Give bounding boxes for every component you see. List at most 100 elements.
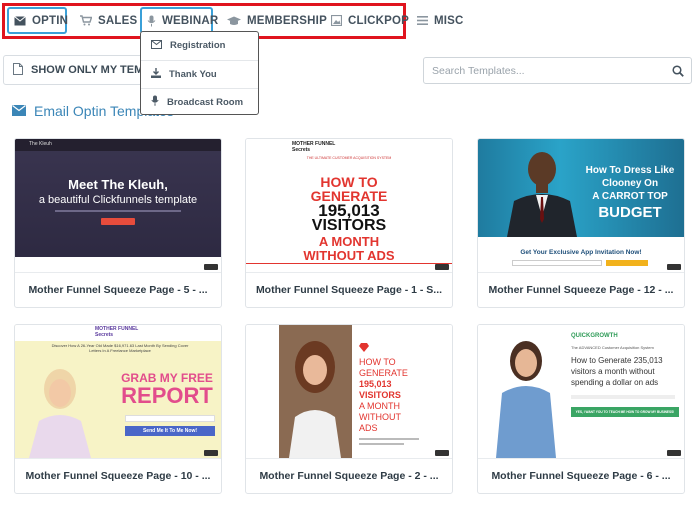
envelope-icon bbox=[151, 39, 162, 52]
graduation-cap-icon bbox=[227, 16, 241, 26]
thumb-text-line bbox=[55, 210, 181, 212]
nav-clickpop-label: CLICKPOP bbox=[348, 14, 410, 27]
thumb-line: WITHOUT ADS bbox=[303, 248, 395, 263]
template-card[interactable]: How To Dress Like Clooney On A CARROT TO… bbox=[477, 138, 685, 308]
template-title: Mother Funnel Squeeze Page - 12 - ... bbox=[478, 272, 684, 307]
thumb-kicker: THE ULTIMATE CUSTOMER ACQUISITION SYSTEM bbox=[306, 156, 392, 160]
thumb-line: VISITORS bbox=[311, 217, 387, 234]
list-icon bbox=[417, 16, 428, 25]
thumb-line: How to Generate 235,013 bbox=[571, 356, 663, 365]
template-thumbnail: MOTHER FUNNEL Secrets Discover How A 26-… bbox=[15, 325, 221, 458]
envelope-icon bbox=[14, 15, 26, 26]
thumb-brand: MOTHER FUNNEL Secrets bbox=[292, 141, 336, 153]
dropdown-item-broadcast-room[interactable]: Broadcast Room bbox=[141, 88, 258, 115]
thumb-footer bbox=[15, 257, 221, 272]
thumb-line: visitors a month without bbox=[571, 367, 655, 376]
thumb-line: VISITORS bbox=[359, 390, 401, 400]
thumb-line: REPORT bbox=[121, 383, 213, 408]
download-icon bbox=[151, 67, 161, 81]
thumb-line: A MONTH bbox=[318, 234, 380, 249]
woman-illustration bbox=[279, 325, 352, 458]
search-input[interactable] bbox=[424, 64, 664, 77]
dropdown-item-thank-you[interactable]: Thank You bbox=[141, 60, 258, 87]
thumb-cta-button bbox=[101, 218, 135, 225]
thumb-divider bbox=[246, 263, 452, 264]
search-icon[interactable] bbox=[672, 64, 684, 82]
woman-illustration bbox=[29, 369, 91, 458]
dropdown-item-registration[interactable]: Registration bbox=[141, 32, 258, 59]
nav-optin[interactable]: OPTIN bbox=[7, 7, 69, 34]
thumb-line: HOW TO bbox=[359, 357, 396, 367]
nav-membership-label: MEMBERSHIP bbox=[247, 14, 327, 27]
thumb-logo: The Kleuh bbox=[29, 141, 52, 147]
preview-badge bbox=[667, 264, 681, 270]
nav-misc-label: MISC bbox=[434, 14, 464, 27]
thumb-line: GENERATE bbox=[359, 368, 408, 378]
template-card[interactable]: MOTHER FUNNEL Secrets Discover How A 26-… bbox=[14, 324, 222, 494]
thumb-text-line bbox=[359, 443, 404, 445]
dropdown-item-label: Broadcast Room bbox=[167, 96, 244, 108]
thumb-line: 195,013 bbox=[359, 379, 392, 389]
nav-clickpop[interactable]: CLICKPOP bbox=[326, 7, 414, 34]
thumb-line: A CARROT TOP bbox=[592, 191, 668, 202]
thumb-cta: Send Me It To Me Now! bbox=[125, 426, 215, 436]
cart-icon bbox=[80, 15, 92, 26]
template-thumbnail: HOW TO GENERATE 195,013 VISITORS A MONTH… bbox=[246, 325, 452, 458]
nav-webinar[interactable]: WEBINAR bbox=[140, 7, 218, 34]
thumb-line: A MONTH bbox=[359, 401, 401, 411]
diamond-icon bbox=[359, 339, 369, 352]
nav-optin-label: OPTIN bbox=[32, 14, 69, 27]
thumb-input bbox=[512, 260, 602, 266]
preview-badge bbox=[204, 450, 218, 456]
thumb-text-line bbox=[359, 438, 419, 440]
thumb-submit bbox=[606, 260, 648, 266]
thumb-subheadline: Discover How A 26-Year Old Made $16,971.… bbox=[51, 343, 189, 354]
microphone-icon bbox=[147, 15, 156, 27]
thumb-text-line bbox=[571, 395, 675, 399]
show-only-my-templates-button[interactable]: SHOW ONLY MY TEMPLATES bbox=[3, 55, 153, 85]
thumb-headline: Meet The Kleuh, bbox=[68, 177, 168, 192]
preview-badge bbox=[435, 264, 449, 270]
search-box bbox=[423, 57, 692, 84]
nav-sales[interactable]: SALES bbox=[75, 7, 142, 34]
thumb-subheadline: The ADVANCED Customer Acquisition System bbox=[571, 345, 654, 350]
dropdown-item-label: Thank You bbox=[169, 68, 217, 80]
nav-misc[interactable]: MISC bbox=[412, 7, 469, 34]
template-title: Mother Funnel Squeeze Page - 2 - ... bbox=[246, 458, 452, 493]
template-thumbnail: The Kleuh Meet The Kleuh, a beautiful Cl… bbox=[15, 139, 221, 272]
template-card[interactable]: HOW TO GENERATE 195,013 VISITORS A MONTH… bbox=[245, 324, 453, 494]
template-thumbnail: How To Dress Like Clooney On A CARROT TO… bbox=[478, 139, 684, 272]
thumb-line: WITHOUT bbox=[359, 412, 401, 422]
thumb-cta: Get Your Exclusive App Invitation Now! bbox=[520, 249, 642, 256]
template-card[interactable]: QUICKGROWTH The ADVANCED Customer Acquis… bbox=[477, 324, 685, 494]
thumb-line: Clooney On bbox=[601, 178, 659, 189]
template-card[interactable]: The Kleuh Meet The Kleuh, a beautiful Cl… bbox=[14, 138, 222, 308]
template-title: Mother Funnel Squeeze Page - 6 - ... bbox=[478, 458, 684, 493]
thumb-brand: QUICKGROWTH bbox=[571, 333, 618, 339]
thumb-cta: YES, I WANT YOU TO TEACH ME HOW TO GROW … bbox=[571, 407, 679, 417]
thumb-line: How To Dress Like bbox=[585, 165, 675, 176]
document-icon bbox=[13, 62, 23, 78]
thumb-line: BUDGET bbox=[598, 204, 662, 221]
preview-badge bbox=[204, 264, 218, 270]
nav-webinar-label: WEBINAR bbox=[162, 14, 219, 27]
thumb-brand: MOTHER FUNNEL Secrets bbox=[95, 326, 139, 338]
template-thumbnail: MOTHER FUNNEL Secrets THE ULTIMATE CUSTO… bbox=[246, 139, 452, 272]
nav-membership[interactable]: MEMBERSHIP bbox=[222, 7, 332, 34]
webinar-dropdown: Registration Thank You Broadcast Room bbox=[140, 31, 259, 115]
thumb-subheadline: a beautiful Clickfunnels template bbox=[38, 194, 198, 206]
thumb-headline-block: How To Dress Like Clooney On A CARROT TO… bbox=[576, 151, 684, 235]
template-title: Mother Funnel Squeeze Page - 10 - ... bbox=[15, 458, 221, 493]
template-card[interactable]: MOTHER FUNNEL Secrets THE ULTIMATE CUSTO… bbox=[245, 138, 453, 308]
template-thumbnail: QUICKGROWTH The ADVANCED Customer Acquis… bbox=[478, 325, 684, 458]
filter-label: SHOW ONLY MY TEMPLATES bbox=[31, 64, 152, 76]
top-nav: OPTIN SALES WEBINAR MEMBERSHIP CLICKPOP … bbox=[0, 0, 700, 40]
template-title: Mother Funnel Squeeze Page - 5 - ... bbox=[15, 272, 221, 307]
picture-icon bbox=[331, 15, 342, 26]
nav-sales-label: SALES bbox=[98, 14, 138, 27]
man-illustration bbox=[507, 152, 577, 237]
thumb-line: HOW TO bbox=[320, 174, 378, 190]
envelope-icon bbox=[12, 103, 26, 119]
thumb-line: spending a dollar on ads bbox=[571, 378, 659, 387]
thumb-input bbox=[125, 415, 215, 422]
